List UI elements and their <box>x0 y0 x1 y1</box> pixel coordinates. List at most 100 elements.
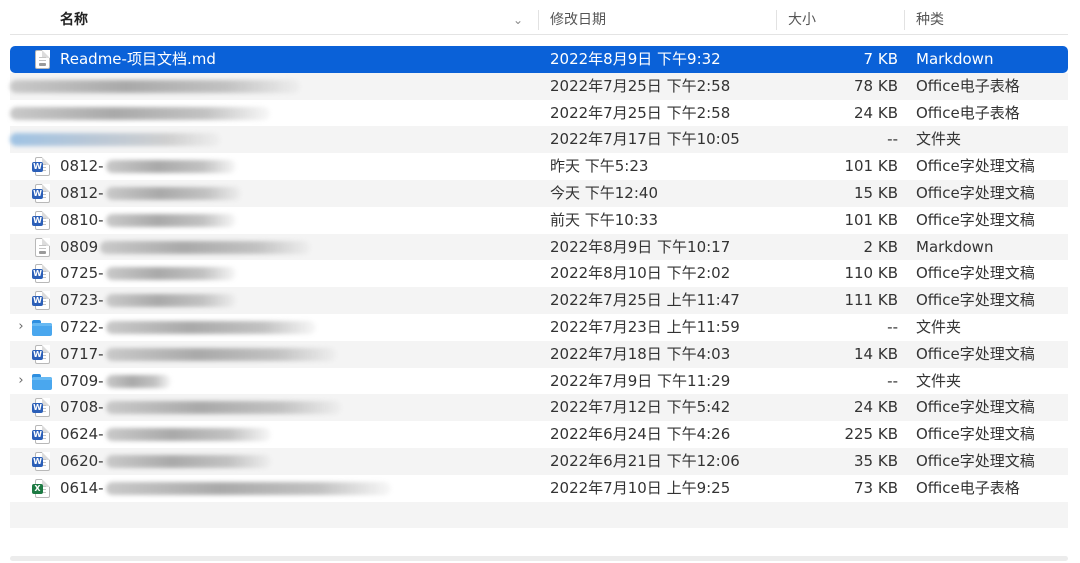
file-row[interactable]: X 0614- 2022年7月10日 上午9:25 73 KB Office电子表格 <box>10 475 1068 502</box>
file-name <box>10 100 330 126</box>
file-name: 0812- <box>60 180 241 207</box>
file-size: 35 KB <box>854 451 898 470</box>
file-kind: Office字处理文稿 <box>916 264 1035 283</box>
file-size: 24 KB <box>854 398 898 417</box>
file-name <box>10 73 330 99</box>
file-name: Readme-项目文档.md <box>60 46 216 73</box>
markdown-icon <box>32 237 50 257</box>
file-row[interactable]: W 0717- 2022年7月18日 下午4:03 14 KB Office字处理文稿 <box>10 340 1068 368</box>
file-name: 0809 <box>60 234 311 261</box>
file-name: 0812- <box>60 153 236 180</box>
file-row[interactable]: 2022年7月17日 下午10:05 -- 文件夹 <box>10 126 1068 154</box>
file-row[interactable]: W 0620- 2022年6月21日 下午12:06 35 KB Office字处理文稿 <box>10 447 1068 475</box>
modified-date: 2022年6月21日 下午12:06 <box>550 451 740 470</box>
file-kind: 文件夹 <box>916 130 962 149</box>
file-kind: Office字处理文稿 <box>916 344 1035 363</box>
modified-date: 2022年8月10日 下午2:02 <box>550 264 731 283</box>
redacted-filename <box>105 186 241 200</box>
word-icon: W <box>32 425 50 445</box>
file-size: 101 KB <box>844 210 898 229</box>
file-name-text: 0723- <box>60 291 104 310</box>
file-row-selected[interactable]: Readme-项目文档.md 2022年8月9日 下午9:32 7 KB Markdo… <box>10 46 1068 73</box>
modified-date: 2022年7月10日 上午9:25 <box>550 478 731 497</box>
file-row[interactable]: › 0722- 2022年7月23日 上午11:59 -- 文件夹 <box>10 314 1068 341</box>
word-icon: W <box>32 264 50 284</box>
file-size: 101 KB <box>844 157 898 176</box>
word-icon: W <box>32 210 50 230</box>
file-size: 110 KB <box>844 264 898 283</box>
file-row[interactable]: 0809 2022年8月9日 下午10:17 2 KB Markdown <box>10 233 1068 261</box>
file-name-text: 0809 <box>60 237 99 256</box>
file-row[interactable]: W 0810- 前天 下午10:33 101 KB Office字处理文稿 <box>10 207 1068 234</box>
file-name: 0708- <box>60 394 341 421</box>
modified-date: 2022年7月12日 下午5:42 <box>550 398 731 417</box>
column-divider[interactable] <box>538 10 539 30</box>
file-name-text: 0812- <box>60 157 104 176</box>
file-kind: Office字处理文稿 <box>916 451 1035 470</box>
file-size: 7 KB <box>863 50 898 68</box>
disclosure-triangle-icon[interactable]: › <box>14 368 28 395</box>
file-name: 0723- <box>60 287 236 314</box>
file-row[interactable]: W 0812- 昨天 下午5:23 101 KB Office字处理文稿 <box>10 153 1068 180</box>
file-name-text: 0620- <box>60 451 104 470</box>
horizontal-scrollbar[interactable] <box>10 556 1068 561</box>
file-name-text: 0624- <box>60 425 104 444</box>
modified-date: 今天 下午12:40 <box>550 183 658 202</box>
column-header-kind[interactable]: 种类 <box>916 6 944 34</box>
column-divider[interactable] <box>776 10 777 30</box>
file-row[interactable]: W 0624- 2022年6月24日 下午4:26 225 KB Office字处理文稿 <box>10 421 1068 448</box>
file-size: 73 KB <box>854 478 898 497</box>
redacted-filename <box>10 106 270 120</box>
file-row[interactable]: › 0709- 2022年7月9日 下午11:29 -- 文件夹 <box>10 368 1068 395</box>
file-name: 0624- <box>60 421 271 448</box>
file-name-text: 0717- <box>60 344 104 363</box>
modified-date: 2022年8月9日 下午9:32 <box>550 50 721 68</box>
file-row[interactable]: W 0725- 2022年8月10日 下午2:02 110 KB Office字处理文稿 <box>10 260 1068 287</box>
redacted-filename <box>105 294 236 308</box>
file-size: 2 KB <box>863 237 898 256</box>
file-size: -- <box>887 371 898 390</box>
file-name: 0614- <box>60 475 391 502</box>
word-icon: W <box>32 398 50 418</box>
empty-row <box>10 501 1068 528</box>
file-name: 0709- <box>60 368 171 395</box>
modified-date: 2022年7月23日 上午11:59 <box>550 317 740 336</box>
redacted-filename <box>105 374 171 388</box>
file-kind: Office字处理文稿 <box>916 425 1035 444</box>
sort-chevron-icon[interactable]: ⌄ <box>513 6 523 34</box>
file-kind: Office电子表格 <box>916 478 1020 497</box>
file-row[interactable]: W 0723- 2022年7月25日 上午11:47 111 KB Office字处理文… <box>10 287 1068 314</box>
excel-icon: X <box>32 478 50 498</box>
file-kind: Markdown <box>916 237 994 256</box>
word-icon: W <box>32 344 50 364</box>
file-row[interactable]: 2022年7月25日 下午2:58 78 KB Office电子表格 <box>10 72 1068 100</box>
file-size: 78 KB <box>854 76 898 95</box>
file-name: 0620- <box>60 448 271 475</box>
file-row[interactable]: 2022年7月25日 下午2:58 24 KB Office电子表格 <box>10 100 1068 127</box>
file-kind: Office字处理文稿 <box>916 183 1035 202</box>
file-name-text: 0709- <box>60 371 104 390</box>
redacted-filename <box>105 481 391 495</box>
word-icon: W <box>32 183 50 203</box>
modified-date: 2022年7月18日 下午4:03 <box>550 344 731 363</box>
disclosure-triangle-icon[interactable]: › <box>14 314 28 341</box>
file-name: 0725- <box>60 260 236 287</box>
column-header-size[interactable]: 大小 <box>788 6 816 34</box>
modified-date: 昨天 下午5:23 <box>550 157 649 176</box>
modified-date: 2022年7月25日 上午11:47 <box>550 291 740 310</box>
file-row[interactable]: W 0708- 2022年7月12日 下午5:42 24 KB Office字处理文稿 <box>10 394 1068 422</box>
redacted-filename <box>105 320 316 334</box>
file-name-text: 0725- <box>60 264 104 283</box>
column-divider[interactable] <box>904 10 905 30</box>
column-header-name[interactable]: 名称 <box>60 6 88 34</box>
modified-date: 2022年7月17日 下午10:05 <box>550 130 740 149</box>
file-kind: 文件夹 <box>916 317 962 336</box>
file-kind: Office字处理文稿 <box>916 157 1035 176</box>
file-name-text: 0614- <box>60 478 104 497</box>
file-row[interactable]: W 0812- 今天 下午12:40 15 KB Office字处理文稿 <box>10 179 1068 207</box>
file-kind: 文件夹 <box>916 371 962 390</box>
redacted-filename <box>105 267 236 281</box>
column-header-date[interactable]: 修改日期 <box>550 6 606 34</box>
modified-date: 2022年7月9日 下午11:29 <box>550 371 731 390</box>
file-name-text: 0812- <box>60 183 104 202</box>
